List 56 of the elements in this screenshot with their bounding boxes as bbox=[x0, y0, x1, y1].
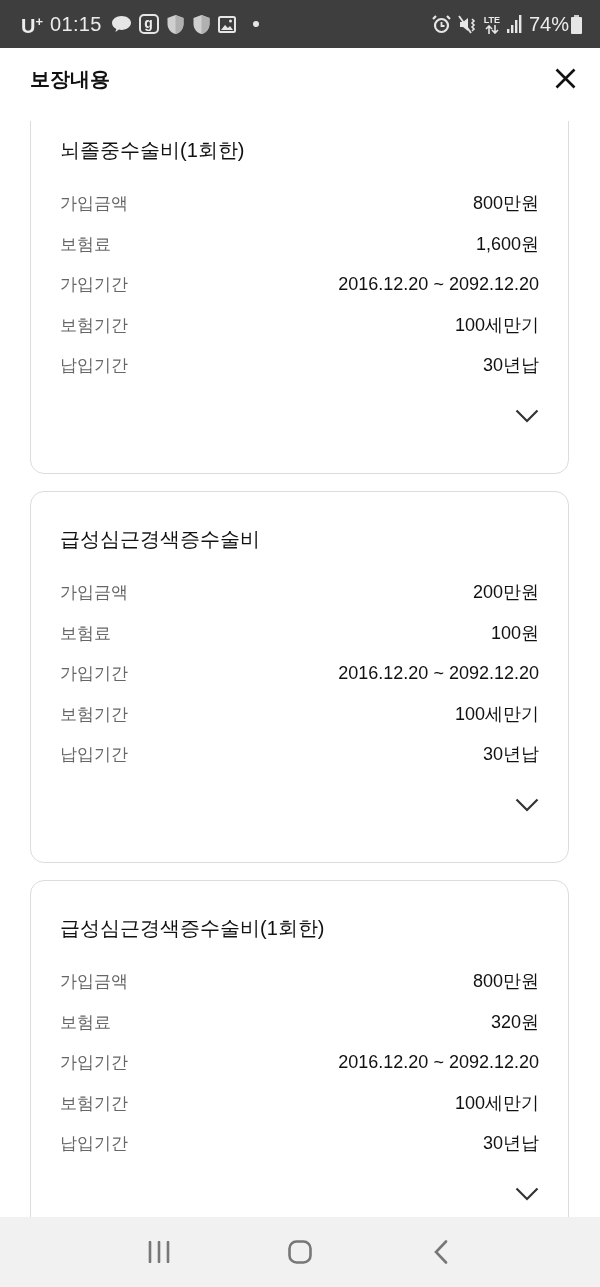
chevron-down-icon bbox=[515, 797, 539, 812]
row-value: 100세만기 bbox=[454, 702, 539, 725]
row-label: 납입기간 bbox=[60, 355, 128, 377]
row-label: 보험기간 bbox=[60, 314, 128, 336]
row-value: 100원 bbox=[490, 621, 539, 644]
row-value: 1,600원 bbox=[475, 232, 539, 255]
up-down-arrows-icon bbox=[484, 24, 499, 34]
alarm-clock-icon bbox=[431, 14, 451, 34]
three-bars-icon bbox=[147, 1241, 170, 1263]
row-label: 가입기간 bbox=[60, 663, 128, 685]
page-title: 보장내용 bbox=[30, 66, 110, 92]
row-label: 보험기간 bbox=[60, 1092, 128, 1114]
coverage-title: 뇌졸중수술비(1회한) bbox=[60, 138, 245, 163]
row-label: 납입기간 bbox=[60, 1133, 128, 1155]
row-value: 30년납 bbox=[482, 1132, 539, 1155]
shield-icon bbox=[191, 13, 211, 35]
chevron-down-icon bbox=[515, 408, 539, 423]
row-value: 2016.12.20 ~ 2092.12.20 bbox=[338, 662, 539, 685]
close-icon bbox=[554, 68, 576, 89]
row-label: 가입금액 bbox=[60, 582, 128, 604]
chevron-down-icon bbox=[515, 1186, 539, 1201]
home-button[interactable] bbox=[285, 1237, 315, 1267]
row-value: 320원 bbox=[490, 1010, 539, 1033]
row-value: 2016.12.20 ~ 2092.12.20 bbox=[338, 273, 539, 296]
coverage-title: 급성심근경색증수술비 bbox=[60, 527, 260, 552]
network-type: LTE bbox=[483, 14, 500, 25]
row-value: 100세만기 bbox=[454, 1091, 539, 1114]
row-value: 2016.12.20 ~ 2092.12.20 bbox=[338, 1051, 539, 1074]
row-label: 가입금액 bbox=[60, 971, 128, 993]
dot-icon bbox=[252, 21, 259, 27]
rounded-square-icon bbox=[288, 1240, 312, 1264]
row-label: 가입기간 bbox=[60, 1052, 128, 1074]
carrier-label: U$^{+}$ bbox=[21, 13, 44, 37]
battery-icon bbox=[571, 14, 582, 34]
row-label: 가입금액 bbox=[60, 193, 128, 215]
app-badge: g bbox=[138, 14, 159, 34]
row-label: 보험료 bbox=[60, 1011, 111, 1033]
row-label: 보험기간 bbox=[60, 703, 128, 725]
image-icon bbox=[217, 15, 236, 33]
row-value: 800만원 bbox=[472, 970, 539, 993]
row-value: 200만원 bbox=[472, 581, 539, 604]
row-label: 납입기간 bbox=[60, 744, 128, 766]
shield-icon bbox=[165, 13, 185, 35]
coverage-title: 급성심근경색증수술비(1회한) bbox=[60, 916, 325, 941]
row-value: 100세만기 bbox=[454, 313, 539, 336]
row-value: 30년납 bbox=[482, 354, 539, 377]
battery-percent: 74% bbox=[528, 13, 569, 35]
row-label: 가입기간 bbox=[60, 274, 128, 296]
row-label: 보험료 bbox=[60, 233, 111, 255]
row-value: 800만원 bbox=[472, 192, 539, 215]
signal-bars-icon bbox=[506, 15, 522, 33]
muted-vibrate-icon bbox=[457, 14, 477, 34]
clock-time: 01:15 bbox=[50, 13, 102, 35]
row-label: 보험료 bbox=[60, 622, 111, 644]
row-value: 30년납 bbox=[482, 743, 539, 766]
chat-bubble-icon bbox=[110, 15, 132, 33]
